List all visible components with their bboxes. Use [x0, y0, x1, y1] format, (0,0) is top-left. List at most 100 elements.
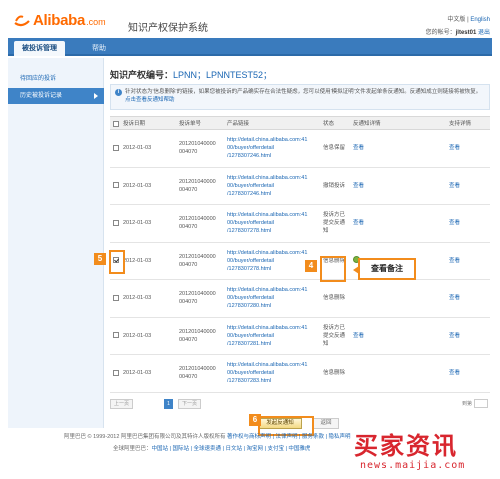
- language-switch: 中文版 | English: [447, 14, 490, 23]
- goto-page: 到第: [462, 399, 488, 408]
- sidebar: 待回应的投诉 历史被投诉记录: [8, 58, 104, 428]
- date-text: 2012-01-03: [123, 295, 152, 302]
- cell-product-link[interactable]: http://detail.china.alibaba.com:41 00/bu…: [224, 317, 320, 355]
- date-text: 2012-01-03: [123, 370, 152, 377]
- pagination: 上一页 1 下一页 到第: [110, 399, 490, 411]
- view-counter-link[interactable]: 查看: [353, 183, 364, 189]
- logout-link[interactable]: 退出: [478, 30, 490, 36]
- prev-page-button[interactable]: 上一页: [110, 399, 134, 409]
- col-support: 支持详情: [446, 116, 490, 130]
- alibaba-smile-icon: [14, 15, 30, 27]
- col-counter: 反通知详情: [350, 116, 446, 130]
- tab-help[interactable]: 帮助: [84, 41, 114, 56]
- row-checkbox[interactable]: [113, 219, 119, 226]
- cell-status: 投诉方已 提交反通 知: [320, 317, 350, 355]
- row-checkbox[interactable]: [113, 332, 119, 339]
- select-all-checkbox[interactable]: [113, 120, 119, 127]
- global-sites-links[interactable]: 中国站 | 国际站 | 全球速卖通 | 日文站 | 淘宝网 | 支付宝 | 中国…: [152, 446, 311, 452]
- site-title: 知识产权保护系统: [128, 23, 208, 34]
- cell-product-link[interactable]: http://detail.china.alibaba.com:41 00/bu…: [224, 279, 320, 318]
- cell-support-view-link[interactable]: 查看: [446, 279, 490, 318]
- row-checkbox[interactable]: [113, 182, 119, 189]
- info-icon: i: [115, 89, 122, 96]
- lang-separator: |: [467, 17, 469, 23]
- row-checkbox[interactable]: [113, 144, 119, 151]
- cell-counter-notice: [350, 354, 446, 393]
- cell-status: 投诉方已 提交反通 知: [320, 204, 350, 243]
- table-header-row: 投诉日期 投诉单号 产品链接 状态 反通知详情 支持详情: [110, 116, 490, 130]
- cell-status: 信息保留: [320, 129, 350, 168]
- cell-counter-notice: 查看: [350, 204, 446, 243]
- cell-complaint-id: 201201040000 004070: [176, 279, 224, 318]
- annotation-badge-5: 5: [94, 253, 106, 265]
- date-text: 2012-01-03: [123, 182, 152, 189]
- cell-product-link[interactable]: http://detail.china.alibaba.com:41 00/bu…: [224, 204, 320, 243]
- date-text: 2012-01-03: [123, 220, 152, 227]
- table-row: 2012-01-03 201201040000 004070 http://deta…: [110, 167, 490, 205]
- account-info: 您的帐号：jltest01 退出: [426, 27, 490, 36]
- col-id: 投诉单号: [176, 116, 224, 130]
- lang-cn[interactable]: 中文版: [447, 17, 465, 23]
- cell-date: 2012-01-03: [110, 279, 176, 318]
- next-page-button[interactable]: 下一页: [178, 399, 202, 409]
- col-link: 产品链接: [224, 116, 320, 130]
- table-row: 2012-01-03 201201040000 004070 http://deta…: [110, 204, 490, 243]
- cell-status: 信息删除: [320, 354, 350, 393]
- cell-date: 2012-01-03: [110, 317, 176, 355]
- watermark-text: 买家资讯: [354, 432, 458, 460]
- annotation-badge-6: 6: [249, 414, 261, 426]
- cell-complaint-id: 201201040000 004070: [176, 129, 224, 168]
- alibaba-logo[interactable]: Alibaba .com: [13, 11, 106, 29]
- goto-page-input[interactable]: [474, 399, 488, 408]
- ip-number-value[interactable]: LPNN；LPNNTEST52；: [173, 70, 272, 80]
- cell-product-link[interactable]: http://detail.china.alibaba.com:41 00/bu…: [224, 167, 320, 205]
- cell-product-link[interactable]: http://detail.china.alibaba.com:41 00/bu…: [224, 354, 320, 393]
- cell-support-view-link[interactable]: 查看: [446, 354, 490, 393]
- current-page[interactable]: 1: [164, 399, 173, 409]
- counter-notice-help-link[interactable]: 点击查看反通知帮助: [125, 97, 175, 103]
- sidebar-item-pending-complaints[interactable]: 待回应的投诉: [8, 71, 104, 87]
- row-checkbox[interactable]: [113, 369, 119, 376]
- main-content: 知识产权编号：LPNN；LPNNTEST52； i 针对状态为'信息删除'的链接…: [108, 58, 492, 429]
- tab-complaint-management[interactable]: 被投诉管理: [14, 41, 65, 56]
- table-row: 2012-01-03 201201040000 004070 http://deta…: [110, 317, 490, 355]
- col-status: 状态: [320, 116, 350, 130]
- cell-complaint-id: 201201040000 004070: [176, 242, 224, 280]
- cell-product-link[interactable]: http://detail.china.alibaba.com:41 00/bu…: [224, 129, 320, 168]
- back-button[interactable]: 返回: [313, 418, 339, 429]
- cell-date: 2012-01-03: [110, 129, 176, 168]
- cell-date: 2012-01-03: [110, 204, 176, 243]
- date-text: 2012-01-03: [123, 145, 152, 152]
- row-checkbox[interactable]: [113, 294, 119, 301]
- cell-complaint-id: 201201040000 004070: [176, 354, 224, 393]
- table-row: 2012-01-03 201201040000 004070 http://deta…: [110, 354, 490, 393]
- nav-bar: 被投诉管理 帮助: [8, 38, 492, 56]
- brand-suffix: .com: [86, 16, 106, 27]
- header: Alibaba .com 知识产权保护系统 中文版 | English 您的帐号…: [0, 0, 500, 38]
- cell-status: 撤销投诉: [320, 167, 350, 205]
- arrow-right-icon: [94, 93, 98, 99]
- footer-legal-links[interactable]: 著作权与商标声明 | 法律声明 | 服务条款 | 隐私声明: [227, 434, 350, 440]
- table-row: 2012-01-03 201201040000 004070 http://deta…: [110, 129, 490, 168]
- cell-support-view-link[interactable]: 查看: [446, 317, 490, 355]
- footer-global-sites: 全球阿里巴巴：中国站 | 国际站 | 全球速卖通 | 日文站 | 淘宝网 | 支…: [113, 444, 310, 452]
- view-counter-link[interactable]: 查看: [353, 220, 364, 226]
- copyright-text: 阿里巴巴 © 1999-2012 阿里巴巴集团有限公司及其特许人版权所有: [64, 434, 226, 440]
- cell-counter-notice: [350, 279, 446, 318]
- cell-counter-notice: 查看: [350, 167, 446, 205]
- cell-status: 信息删除: [320, 279, 350, 318]
- cell-support-view-link[interactable]: 查看: [446, 242, 490, 280]
- view-counter-link[interactable]: 查看: [353, 145, 364, 151]
- ip-number-label: 知识产权编号：: [110, 70, 174, 80]
- notice-text: 针对状态为'信息删除'的链接，如果您被投诉的产品确实存在合法性疑虑，您可以使用'…: [125, 89, 482, 95]
- cell-support-view-link[interactable]: 查看: [446, 129, 490, 168]
- sidebar-item-label: 历史被投诉记录: [20, 93, 63, 99]
- cell-support-view-link[interactable]: 查看: [446, 167, 490, 205]
- notice-box: i 针对状态为'信息删除'的链接，如果您被投诉的产品确实存在合法性疑虑，您可以使…: [110, 84, 490, 110]
- cell-support-view-link[interactable]: 查看: [446, 204, 490, 243]
- footer-copyright: 阿里巴巴 © 1999-2012 阿里巴巴集团有限公司及其特许人版权所有 著作权…: [64, 432, 350, 440]
- view-counter-link[interactable]: 查看: [353, 333, 364, 339]
- annotation-box-checkbox: [109, 250, 125, 274]
- sidebar-item-history-records[interactable]: 历史被投诉记录: [8, 88, 104, 104]
- lang-en-link[interactable]: English: [470, 17, 490, 23]
